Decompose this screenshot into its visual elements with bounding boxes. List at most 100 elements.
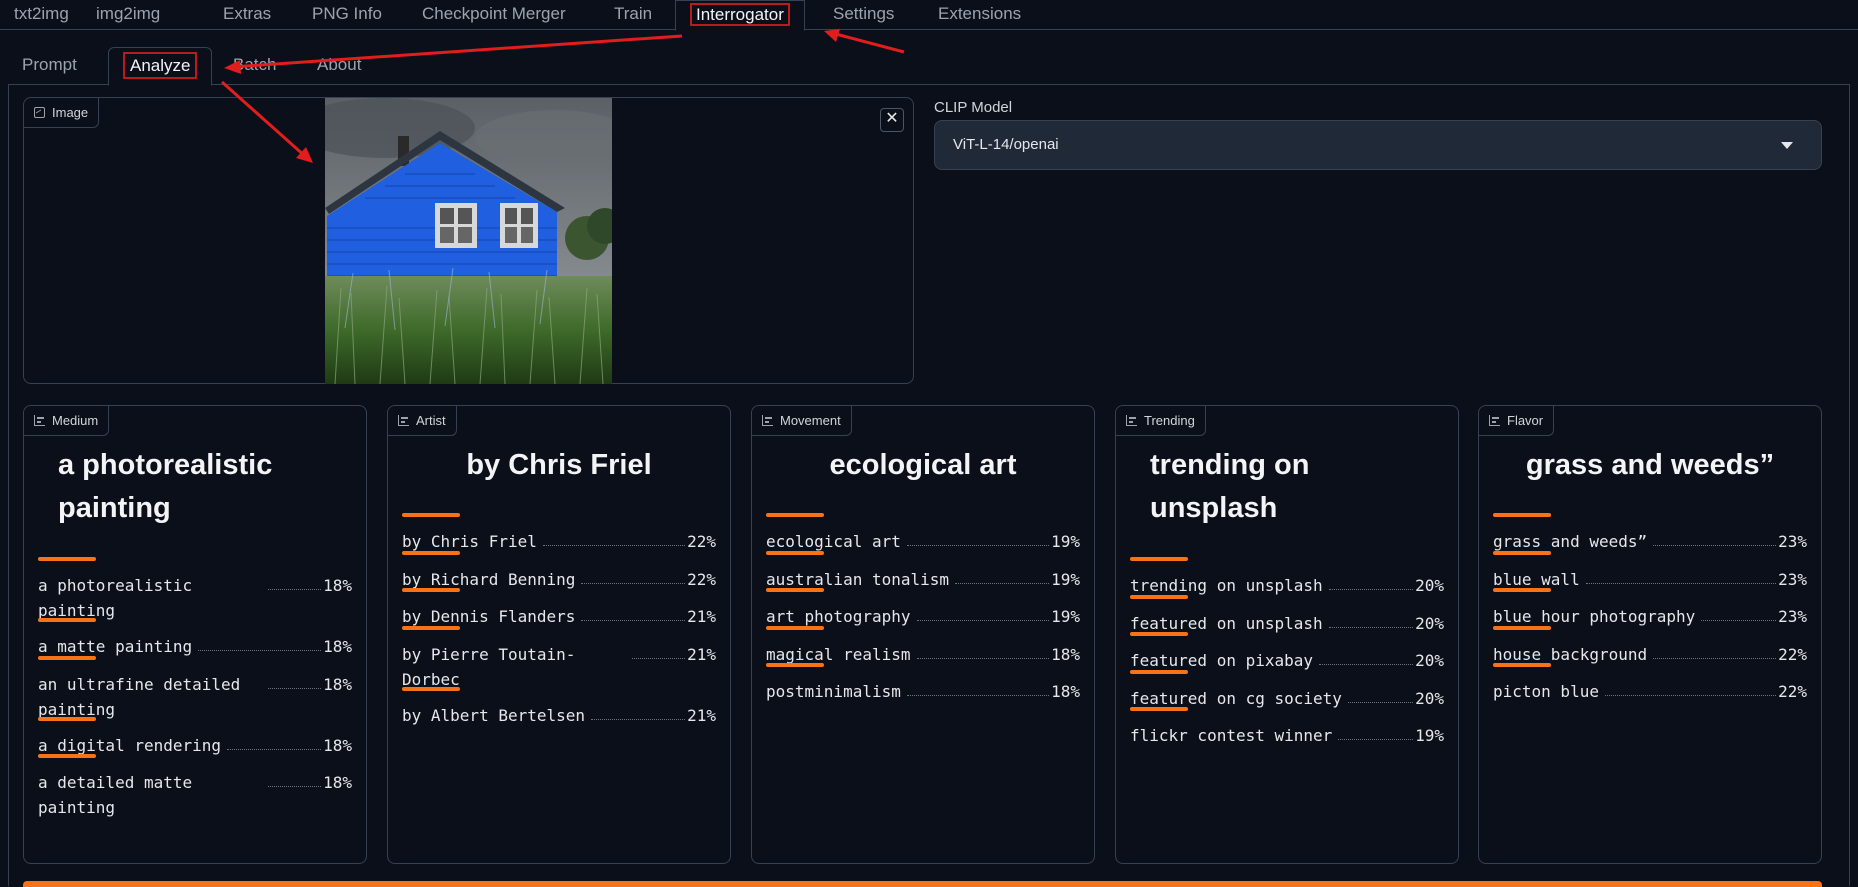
score-bar <box>766 550 824 555</box>
score-bar <box>1493 588 1551 592</box>
subtab-analyze-label: Analyze <box>123 52 198 79</box>
chevron-down-icon <box>1781 142 1793 149</box>
result-percent: 19% <box>1051 569 1080 589</box>
uploaded-image <box>325 98 612 384</box>
dot-leader <box>906 679 1050 696</box>
tab-train[interactable]: Train <box>600 0 666 30</box>
bar-chart-icon <box>1489 415 1500 426</box>
tab-interrogator-label: Interrogator <box>690 3 790 26</box>
result-name: an ultrafine detailed painting <box>38 674 241 719</box>
result-percent: 23% <box>1778 569 1807 589</box>
tab-checkpoint-merger[interactable]: Checkpoint Merger <box>408 0 580 30</box>
result-item: by Pierre Toutain-Dorbec 21% <box>402 625 716 692</box>
result-percent: 19% <box>1415 726 1444 745</box>
score-bar <box>1493 513 1551 517</box>
dot-leader <box>581 567 686 584</box>
result-percent: 21% <box>687 607 716 626</box>
clip-model-dropdown[interactable]: ViT-L-14/openai <box>934 120 1822 170</box>
result-percent: 21% <box>687 705 716 725</box>
subtab-batch[interactable]: Batch <box>219 47 290 85</box>
card-title: grass and weeds” <box>1525 449 1775 481</box>
card-title: by Chris Friel <box>466 449 652 481</box>
score-bar <box>766 588 824 592</box>
result-item: postminimalism 18% <box>766 663 1080 704</box>
card-title: ecological art <box>829 449 1017 481</box>
card-title: trending on unsplash <box>1150 449 1310 524</box>
dot-leader <box>1328 573 1414 590</box>
dot-leader <box>1338 723 1414 740</box>
result-percent: 18% <box>1051 644 1080 664</box>
result-percent: 23% <box>1778 532 1807 551</box>
dot-leader <box>591 703 686 720</box>
score-bar <box>766 625 824 630</box>
clip-model-value: ViT-L-14/openai <box>953 136 1059 153</box>
score-bar <box>1130 557 1188 561</box>
result-name: a photorealistic painting <box>38 576 193 620</box>
result-name: a detailed matte painting <box>38 773 193 817</box>
dot-leader <box>1653 529 1777 546</box>
result-percent: 18% <box>323 637 352 656</box>
tab-txt2img[interactable]: txt2img <box>0 0 83 30</box>
card-trending: Trending trending on unsplash trending on … <box>1115 405 1459 864</box>
result-percent: 22% <box>687 532 716 551</box>
tab-extras[interactable]: Extras <box>209 0 285 30</box>
bar-chart-icon <box>398 415 409 426</box>
result-percent: 18% <box>323 773 352 792</box>
score-bar <box>402 588 460 592</box>
score-bar <box>1130 594 1188 599</box>
result-percent: 23% <box>1778 607 1807 626</box>
bar-chart-icon <box>1126 415 1137 426</box>
tab-extensions[interactable]: Extensions <box>924 0 1035 30</box>
result-item: by Albert Bertelsen 21% <box>402 686 716 728</box>
dot-leader <box>1585 567 1777 584</box>
tab-settings[interactable]: Settings <box>819 0 908 30</box>
result-percent: 22% <box>1778 644 1807 664</box>
dot-leader <box>1328 611 1414 628</box>
subtab-analyze[interactable]: Analyze <box>108 47 213 86</box>
score-bar <box>766 663 824 667</box>
dot-leader <box>542 529 686 546</box>
score-bar <box>38 655 96 660</box>
tab-png-info[interactable]: PNG Info <box>298 0 396 30</box>
result-percent: 18% <box>323 674 352 694</box>
dot-leader <box>268 770 322 787</box>
card-label: Movement <box>752 406 852 436</box>
result-percent: 20% <box>1415 688 1444 708</box>
result-percent: 18% <box>323 576 352 595</box>
dot-leader <box>955 567 1050 584</box>
result-percent: 22% <box>687 569 716 589</box>
arrow-head <box>824 29 840 42</box>
result-percent: 18% <box>1051 682 1080 701</box>
result-name: picton blue <box>1493 682 1599 701</box>
score-bar <box>38 754 96 758</box>
result-percent: 18% <box>323 735 352 755</box>
result-item: a photorealistic painting 18% <box>38 557 352 623</box>
card-label: Flavor <box>1479 406 1555 436</box>
tab-img2img[interactable]: img2img <box>82 0 174 30</box>
result-item: picton blue 22% <box>1493 663 1807 704</box>
card-label: Medium <box>24 406 110 436</box>
score-bar <box>766 513 824 517</box>
subtab-about[interactable]: About <box>303 47 375 85</box>
tab-interrogator[interactable]: Interrogator <box>675 0 805 31</box>
result-percent: 20% <box>1415 613 1444 633</box>
score-bar <box>402 513 460 517</box>
score-bar <box>1130 669 1188 674</box>
close-icon[interactable]: ✕ <box>880 108 904 132</box>
result-percent: 19% <box>1051 607 1080 626</box>
dot-leader <box>227 733 322 750</box>
result-name: by Albert Bertelsen <box>402 705 586 725</box>
bar-chart-icon <box>762 415 773 426</box>
result-name: by Pierre Toutain-Dorbec <box>402 644 576 689</box>
score-bar <box>38 618 96 622</box>
dot-leader <box>581 604 686 621</box>
dot-leader <box>906 529 1050 546</box>
dot-leader <box>916 642 1050 659</box>
subtab-prompt[interactable]: Prompt <box>8 47 91 85</box>
sub-tab-bar: Prompt Analyze Batch About <box>8 47 1850 86</box>
bar-chart-icon <box>34 415 45 426</box>
dot-leader <box>268 573 322 590</box>
clip-model-label: CLIP Model <box>934 99 1013 116</box>
dot-leader <box>198 634 322 651</box>
card-artist: Artist by Chris Friel by Chris Friel 22% by … <box>387 405 731 864</box>
